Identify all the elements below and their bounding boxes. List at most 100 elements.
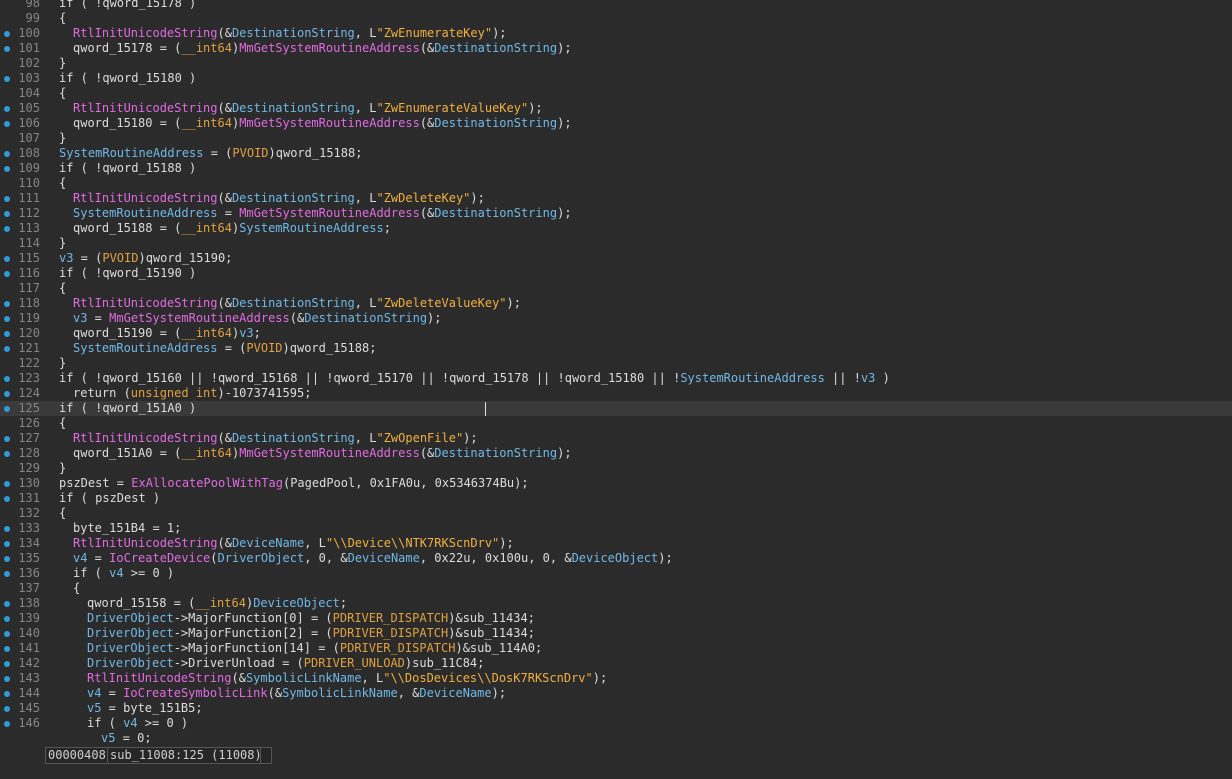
code-line[interactable]: 107} <box>0 131 1232 146</box>
code-line[interactable]: 114} <box>0 236 1232 251</box>
code-line[interactable]: 126 { <box>0 416 1232 431</box>
code-text: byte_151B4 = 1; <box>73 521 181 536</box>
code-token: DestinationString <box>231 191 355 205</box>
code-token: ); <box>557 446 572 460</box>
code-token: qword_15180 = ( <box>73 116 182 130</box>
code-line[interactable]: 106 qword_15180 = (__int64)MmGetSystemRou… <box>0 116 1232 131</box>
pseudocode-view[interactable]: 98 if ( !qword_15178 ) 99 {100 RtlInitUnicod… <box>0 0 1232 743</box>
code-line[interactable]: 98 if ( !qword_15178 ) <box>0 0 1232 11</box>
line-number: 129 <box>18 461 40 475</box>
code-line[interactable]: 111 RtlInitUnicodeString(&DestinationStri… <box>0 191 1232 206</box>
code-line[interactable]: 130 pszDest = ExAllocatePoolWithTag(Paged… <box>0 476 1232 491</box>
code-line[interactable]: 118 RtlInitUnicodeString(&DestinationStri… <box>0 296 1232 311</box>
code-line[interactable]: 102} <box>0 56 1232 71</box>
code-line[interactable]: 122} <box>0 356 1232 371</box>
code-line[interactable]: 121 SystemRoutineAddress = (PVOID)qword_1… <box>0 341 1232 356</box>
code-line[interactable]: 128 qword_151A0 = (__int64)MmGetSystemRou… <box>0 446 1232 461</box>
code-text: if ( pszDest ) <box>59 491 160 506</box>
code-line[interactable]: 117 { <box>0 281 1232 296</box>
code-line[interactable]: 104 { <box>0 86 1232 101</box>
code-line[interactable]: 144 v4 = IoCreateSymbolicLink(&SymbolicLi… <box>0 686 1232 701</box>
code-line[interactable]: 124 return (unsigned int)-1073741595; <box>0 386 1232 401</box>
code-line[interactable]: 141 DriverObject->MajorFunction[14] = (PD… <box>0 641 1232 656</box>
code-token: DeviceName <box>231 536 305 550</box>
code-token: __int64 <box>195 596 246 610</box>
code-line[interactable]: 112 SystemRoutineAddress = MmGetSystemRou… <box>0 206 1232 221</box>
line-number: 124 <box>18 386 40 400</box>
code-line[interactable]: 99 { <box>0 11 1232 26</box>
code-line[interactable]: 136 if ( v4 >= 0 ) <box>0 566 1232 581</box>
code-token: DestinationString <box>434 206 558 220</box>
code-token: ); <box>506 296 521 310</box>
code-token: unsigned int <box>130 386 218 400</box>
code-token: = ( <box>217 341 247 355</box>
code-line[interactable]: 135 v4 = IoCreateDevice(DriverObject, 0, … <box>0 551 1232 566</box>
code-line[interactable]: 132 { <box>0 506 1232 521</box>
code-token: __int64 <box>181 116 232 130</box>
code-line[interactable]: 108 SystemRoutineAddress = (PVOID)qword_1… <box>0 146 1232 161</box>
code-line[interactable]: 134 RtlInitUnicodeString(&DeviceName, L"\… <box>0 536 1232 551</box>
code-token: PVOID <box>102 251 139 265</box>
code-line[interactable]: 131 if ( pszDest ) <box>0 491 1232 506</box>
status-address: 00000408 <box>45 747 109 764</box>
code-line[interactable]: 138 qword_15158 = (__int64)DeviceObject; <box>0 596 1232 611</box>
code-text: qword_151A0 = (__int64)MmGetSystemRoutin… <box>73 446 572 461</box>
code-line[interactable]: 123 if ( !qword_15160 || !qword_15168 || … <box>0 371 1232 386</box>
code-text: RtlInitUnicodeString(&DeviceName, L"\\De… <box>73 536 514 551</box>
code-line[interactable]: 103 if ( !qword_15180 ) <box>0 71 1232 86</box>
code-token: ; <box>253 326 261 340</box>
code-line[interactable]: 127 RtlInitUnicodeString(&DestinationStri… <box>0 431 1232 446</box>
line-number: 121 <box>18 341 40 355</box>
code-token: (& <box>217 536 232 550</box>
line-number: 140 <box>18 626 40 640</box>
line-number: 137 <box>18 581 40 595</box>
code-token: SystemRoutineAddress <box>73 206 218 220</box>
code-line[interactable]: 120 qword_15190 = (__int64)v3; <box>0 326 1232 341</box>
code-line[interactable]: 125 if ( !qword_151A0 ) <box>0 401 1232 416</box>
code-token: if ( !qword_151A0 ) <box>59 401 197 415</box>
code-line[interactable]: 142 DriverObject->DriverUnload = (PDRIVER… <box>0 656 1232 671</box>
code-token: { <box>73 581 81 595</box>
code-line[interactable]: 116 if ( !qword_15190 ) <box>0 266 1232 281</box>
code-line[interactable]: 139 DriverObject->MajorFunction[0] = (PDR… <box>0 611 1232 626</box>
code-token: pszDest = <box>59 476 132 490</box>
code-line[interactable]: 137 { <box>0 581 1232 596</box>
code-text: RtlInitUnicodeString(&DestinationString,… <box>73 431 478 446</box>
status-bar: 00000408 sub_11008:125 (11008) <box>0 743 1232 779</box>
code-line[interactable]: 145 v5 = byte_151B5; <box>0 701 1232 716</box>
line-number: 102 <box>18 56 40 70</box>
code-token: PDRIVER_DISPATCH <box>332 611 449 625</box>
code-token: = byte_151B5; <box>101 701 203 715</box>
code-token: __int64 <box>181 446 232 460</box>
code-line[interactable]: 143 RtlInitUnicodeString(&SymbolicLinkNam… <box>0 671 1232 686</box>
code-token: "ZwDeleteValueKey" <box>376 296 507 310</box>
line-number: 128 <box>18 446 40 460</box>
code-token: DriverObject <box>87 626 174 640</box>
code-line[interactable]: 110 { <box>0 176 1232 191</box>
code-token: )-1073741595; <box>217 386 312 400</box>
code-token: SymbolicLinkName <box>282 686 398 700</box>
code-text: SystemRoutineAddress = MmGetSystemRoutin… <box>73 206 572 221</box>
code-token: ); <box>557 206 572 220</box>
code-token: if ( <box>87 716 124 730</box>
code-line[interactable]: 101 qword_15178 = (__int64)MmGetSystemRou… <box>0 41 1232 56</box>
code-token: ); <box>557 41 572 55</box>
code-line[interactable]: 146 if ( v4 >= 0 ) <box>0 716 1232 731</box>
line-number: 103 <box>18 71 40 85</box>
code-line[interactable]: v5 = 0; <box>0 731 1232 743</box>
code-token: = <box>87 311 110 325</box>
code-text: { <box>59 11 66 26</box>
code-line[interactable]: 140 DriverObject->MajorFunction[2] = (PDR… <box>0 626 1232 641</box>
line-number: 139 <box>18 611 40 625</box>
code-token: ); <box>463 431 478 445</box>
code-line[interactable]: 129} <box>0 461 1232 476</box>
code-line[interactable]: 105 RtlInitUnicodeString(&DestinationStri… <box>0 101 1232 116</box>
code-line[interactable]: 115 v3 = (PVOID)qword_15190; <box>0 251 1232 266</box>
code-line[interactable]: 100 RtlInitUnicodeString(&DestinationStri… <box>0 26 1232 41</box>
code-line[interactable]: 133 byte_151B4 = 1; <box>0 521 1232 536</box>
code-token: } <box>59 461 67 475</box>
code-line[interactable]: 109 if ( !qword_15188 ) <box>0 161 1232 176</box>
code-line[interactable]: 113 qword_15188 = (__int64)SystemRoutineA… <box>0 221 1232 236</box>
code-token: , L <box>354 191 377 205</box>
code-line[interactable]: 119 v3 = MmGetSystemRoutineAddress(&Desti… <box>0 311 1232 326</box>
